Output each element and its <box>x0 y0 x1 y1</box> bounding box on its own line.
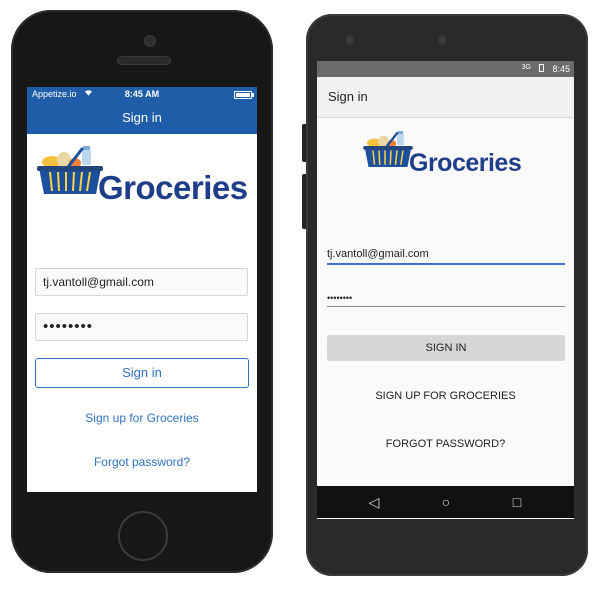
volume-button[interactable] <box>302 174 306 229</box>
grocery-basket-icon <box>363 131 413 167</box>
forgot-password-button[interactable]: FORGOT PASSWORD? <box>317 438 574 450</box>
android-screen: 3G 8:45 Sign in Groceries tj.vantoll@gma… <box>317 61 574 519</box>
signal-icon: 3G <box>521 64 531 71</box>
android-status-bar: 3G 8:45 <box>317 61 574 77</box>
proximity-sensor <box>438 36 446 44</box>
password-field[interactable]: •••••••• <box>327 293 565 307</box>
status-time: 8:45 AM <box>124 89 160 99</box>
groceries-logo: Groceries <box>361 130 541 180</box>
sign-up-link[interactable]: Sign up for Groceries <box>27 411 257 425</box>
logo-wordmark: Groceries <box>409 149 522 177</box>
nav-title: Sign in <box>27 102 257 134</box>
ios-screen: Appetize.io 8:45 AM Sign in Groceries tj… <box>27 87 257 492</box>
recents-icon[interactable]: □ <box>502 486 532 518</box>
power-button[interactable] <box>302 124 306 162</box>
sign-in-button[interactable]: Sign in <box>35 358 249 388</box>
home-icon[interactable]: ○ <box>431 486 461 518</box>
email-field[interactable]: tj.vantoll@gmail.com <box>327 248 565 265</box>
status-time: 8:45 <box>552 64 570 74</box>
groceries-logo: Groceries <box>34 145 254 206</box>
password-field[interactable]: •••••••• <box>35 313 248 341</box>
email-field[interactable]: tj.vantoll@gmail.com <box>35 268 248 296</box>
battery-icon <box>234 91 254 99</box>
front-camera <box>144 35 156 47</box>
logo-wordmark: Groceries <box>98 169 248 206</box>
grocery-basket-icon <box>37 146 103 194</box>
earpiece-speaker <box>117 56 171 65</box>
sign-up-button[interactable]: SIGN UP FOR GROCERIES <box>317 390 574 402</box>
ios-status-bar: Appetize.io 8:45 AM <box>27 87 257 102</box>
back-icon[interactable]: ◁ <box>359 486 389 518</box>
forgot-password-link[interactable]: Forgot password? <box>27 455 257 469</box>
sign-in-button[interactable]: SIGN IN <box>327 335 565 361</box>
toolbar-title: Sign in <box>317 77 574 118</box>
android-nav-bar: ◁ ○ □ <box>317 486 574 518</box>
front-camera <box>346 36 354 44</box>
battery-icon <box>539 64 544 72</box>
home-button[interactable] <box>118 511 168 561</box>
